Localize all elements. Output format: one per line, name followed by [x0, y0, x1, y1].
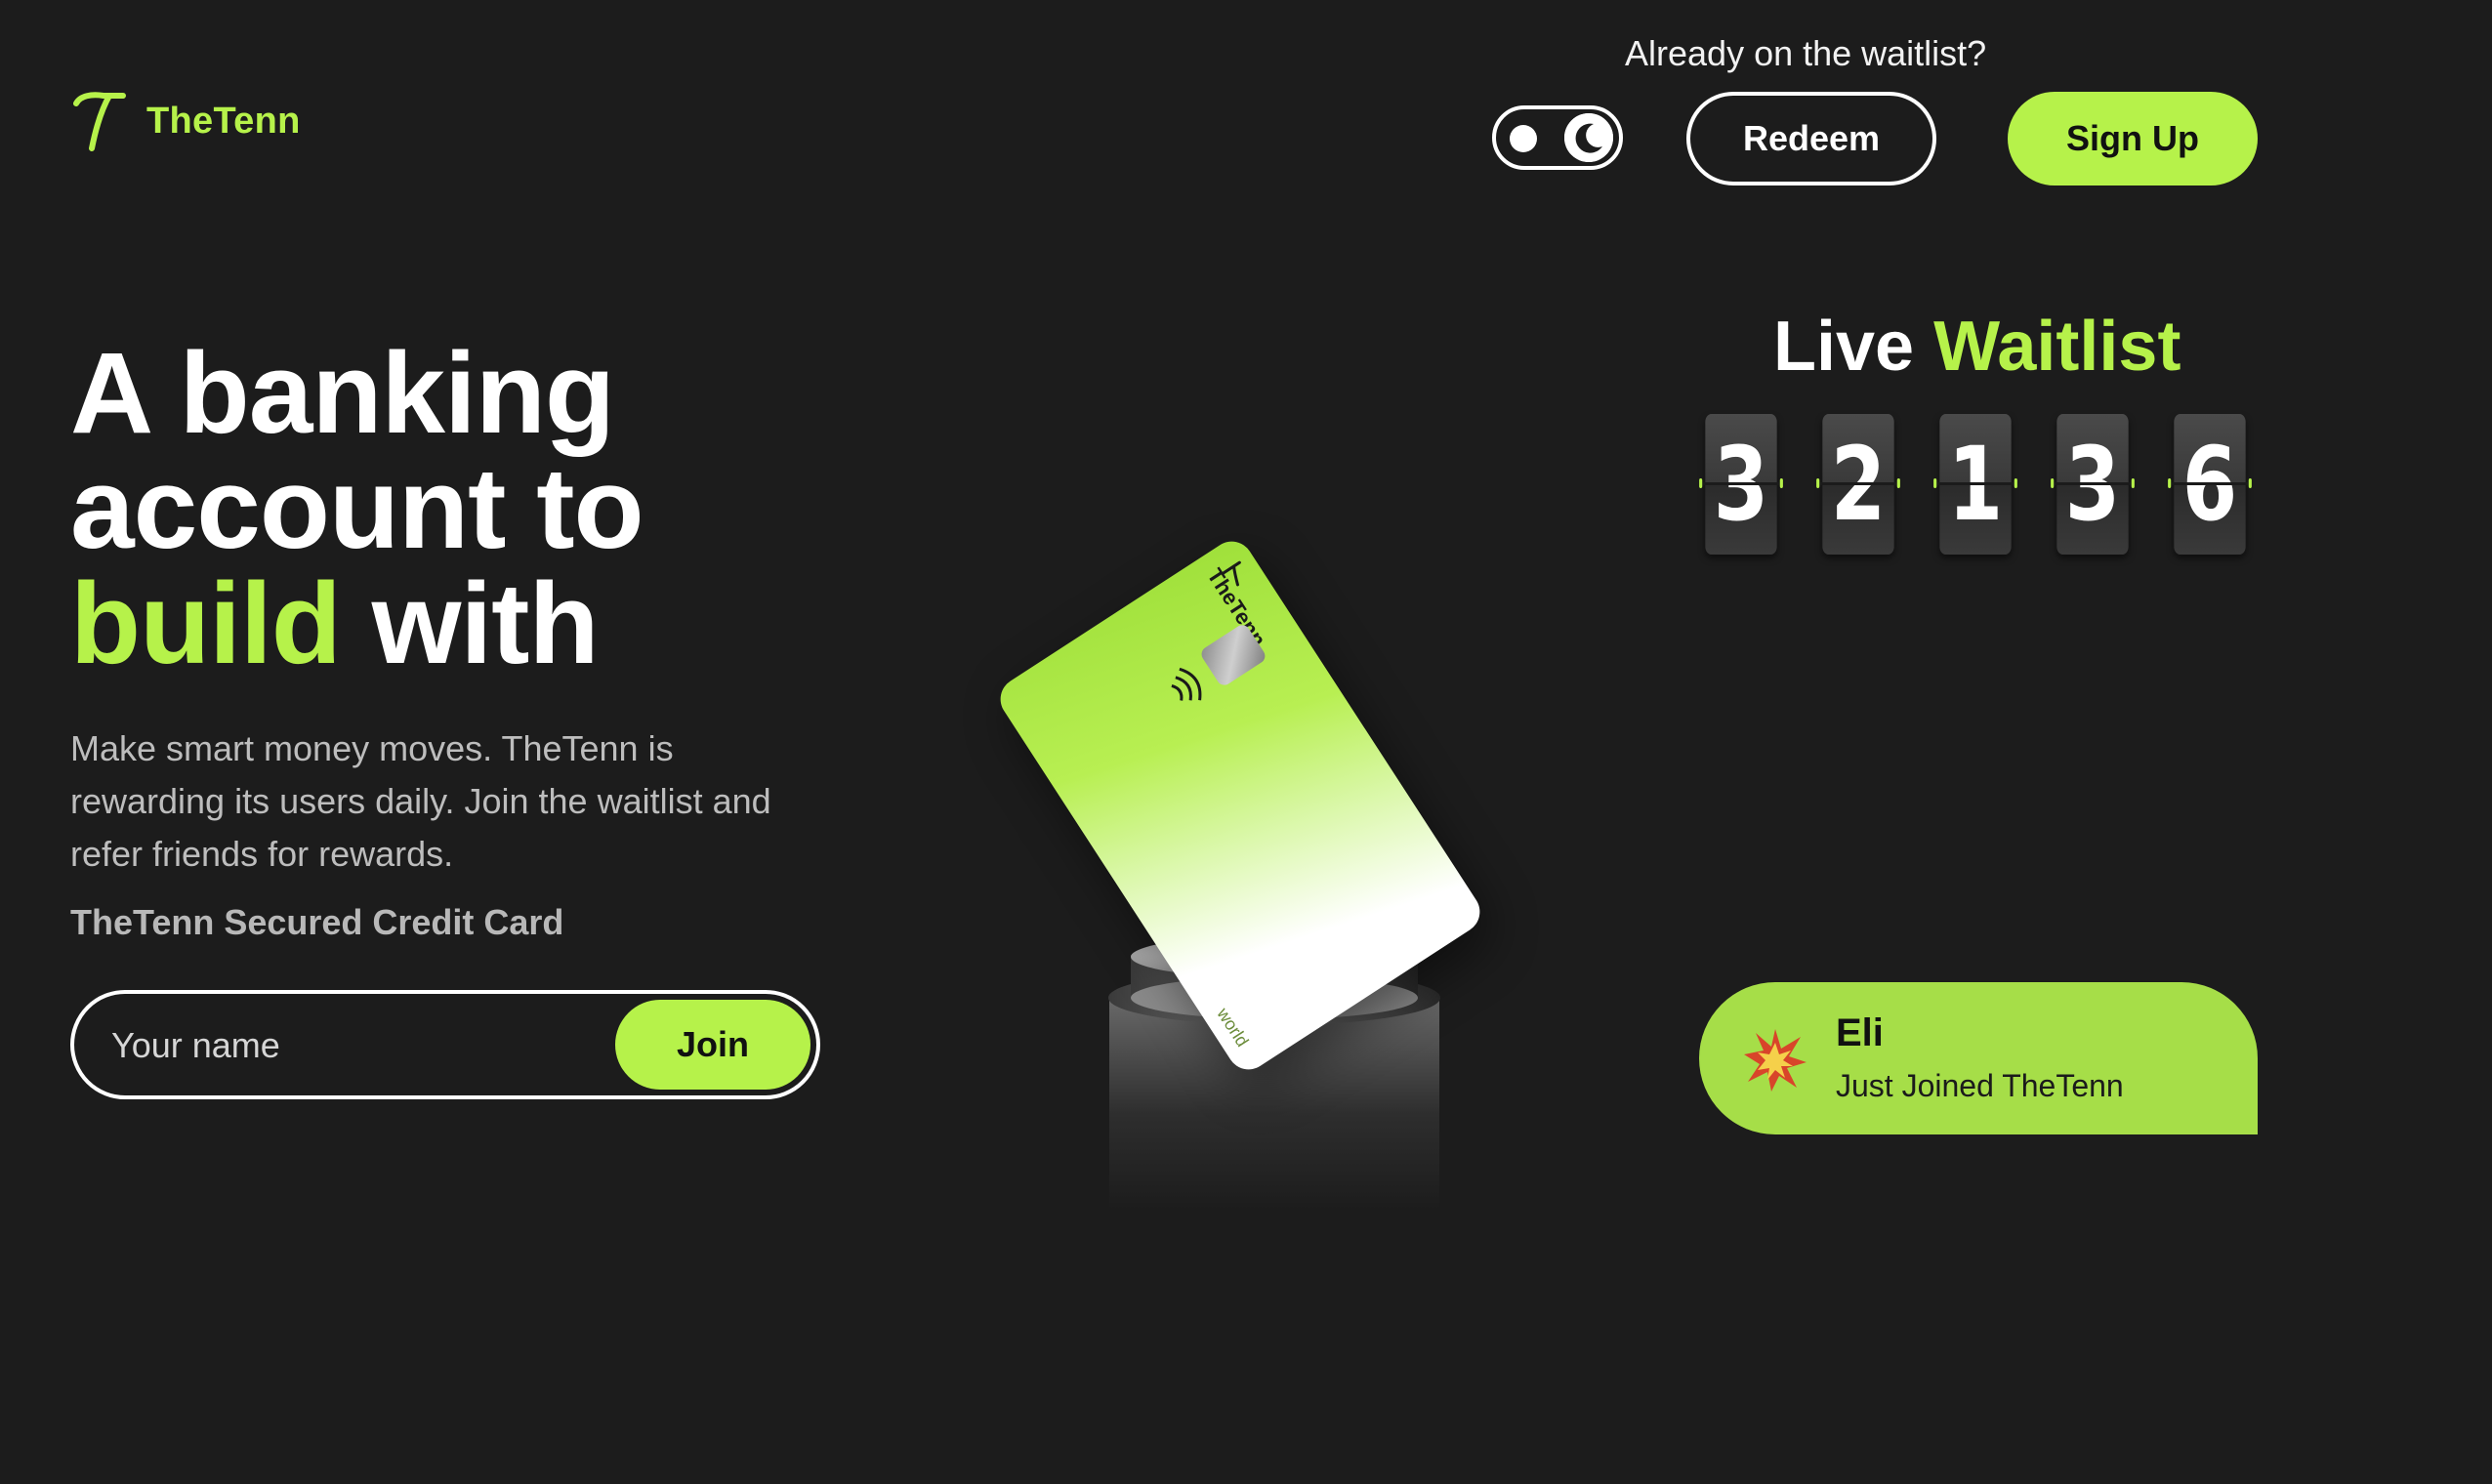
headline-line-1: A banking: [70, 329, 615, 458]
digit-pin: [2168, 478, 2172, 488]
digit-pin: [1779, 478, 1783, 488]
digit-split-line: [2168, 482, 2252, 485]
headline-line-2: account to: [70, 444, 644, 573]
toggle-knob: [1564, 113, 1613, 162]
brand-name: TheTenn: [146, 100, 301, 142]
digit-pin: [1816, 478, 1820, 488]
digit-pin: [1699, 478, 1703, 488]
recent-join-notification: Eli Just Joined TheTenn: [1699, 982, 2258, 1134]
burst-icon: [1744, 1029, 1807, 1092]
hero-subtext: Make smart money moves. TheTenn is rewar…: [70, 728, 771, 874]
joined-message: Just Joined TheTenn: [1836, 1068, 2124, 1103]
sun-dot-icon: [1510, 125, 1537, 152]
digit-pin: [2014, 478, 2017, 488]
moon-icon: [1564, 113, 1613, 162]
digit-pin: [2131, 478, 2135, 488]
digit-split-line: [1933, 482, 2017, 485]
landing-page: TheTenn Already on the waitlist? Redeem …: [0, 0, 2492, 1484]
counter-digit: 2: [1816, 414, 1900, 555]
digit-pin: [2248, 478, 2252, 488]
counter-digit: 3: [2051, 414, 2135, 555]
name-input[interactable]: [109, 1019, 641, 1072]
live-waitlist-title: Live Waitlist: [1773, 307, 2180, 387]
sign-up-button[interactable]: Sign Up: [2008, 92, 2258, 186]
join-button[interactable]: Join: [615, 1000, 810, 1090]
digit-pin: [1896, 478, 1900, 488]
product-label: TheTenn Secured Credit Card: [70, 902, 564, 942]
joined-user-name: Eli: [1836, 1011, 1884, 1054]
digit-split-line: [1699, 482, 1783, 485]
contactless-icon: [1171, 667, 1202, 701]
counter-digit: 3: [1699, 414, 1783, 555]
counter-digit: 6: [2168, 414, 2252, 555]
already-on-waitlist-text: Already on the waitlist?: [1625, 33, 1987, 73]
redeem-button[interactable]: Redeem: [1686, 92, 1936, 186]
brand-logo[interactable]: TheTenn: [70, 90, 301, 152]
theme-toggle[interactable]: [1492, 105, 1623, 170]
join-form: Join: [70, 990, 820, 1099]
waitlist-title-plain: Live: [1773, 308, 1934, 386]
headline-accent: build: [70, 559, 342, 688]
digit-pin: [1933, 478, 1937, 488]
counter-digit: 1: [1933, 414, 2017, 555]
waitlist-counter: 3 2 1 3 6: [1695, 414, 2256, 555]
digit-pin: [2051, 478, 2055, 488]
t-logo-icon: [73, 92, 126, 151]
headline-line-3-end: with: [340, 559, 600, 688]
digit-split-line: [1816, 482, 1900, 485]
hero-headline: A banking account to build with: [70, 336, 644, 681]
waitlist-title-accent: Waitlist: [1933, 308, 2181, 386]
digit-split-line: [2051, 482, 2135, 485]
